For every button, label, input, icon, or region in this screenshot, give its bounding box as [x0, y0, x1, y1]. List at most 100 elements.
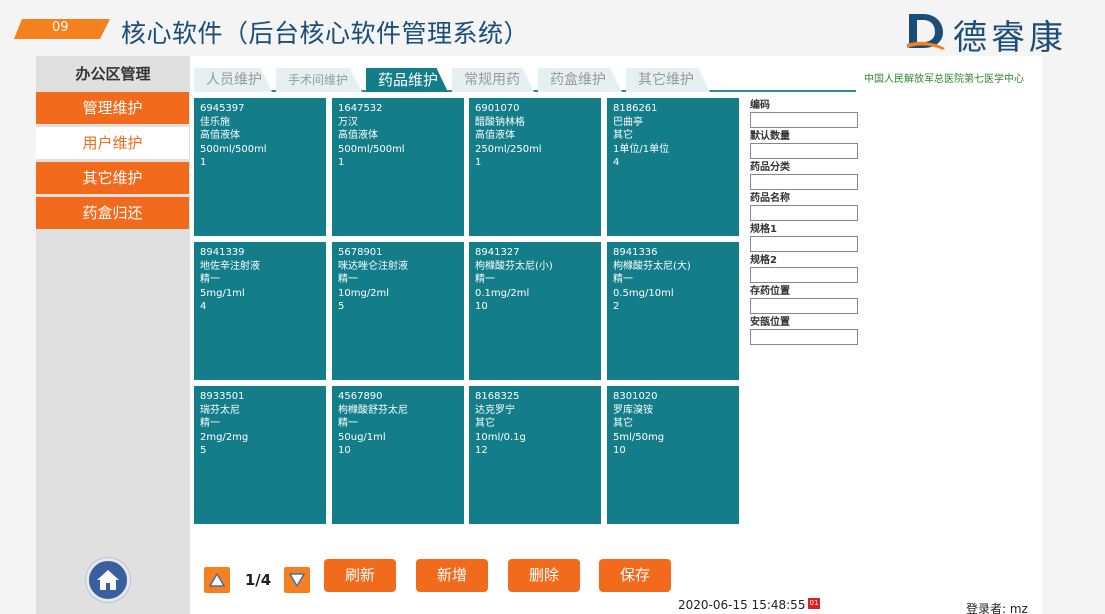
drug-name: 巴曲亭: [613, 116, 643, 128]
storage-location-field[interactable]: [750, 298, 858, 314]
drug-spec: 10ml/0.1g: [475, 431, 526, 443]
status-badge: 01: [808, 598, 820, 609]
delete-button[interactable]: 删除: [508, 559, 580, 592]
sidebar-item-users[interactable]: 用户维护: [36, 127, 189, 159]
drug-name: 瑞芬太尼: [200, 404, 240, 416]
default-qty-field[interactable]: [750, 143, 858, 159]
home-button[interactable]: [86, 558, 130, 602]
drug-category: 精一: [613, 274, 633, 285]
spec1-field[interactable]: [750, 236, 858, 252]
drug-card[interactable]: 1647532 万汉 高值液体 500ml/500ml 1: [332, 98, 464, 236]
drug-code: 8941336: [613, 247, 658, 258]
slide-number-banner: 09: [14, 17, 114, 41]
sidebar-item-other[interactable]: 其它维护: [36, 162, 189, 194]
drug-code: 6901070: [475, 103, 520, 114]
drug-card[interactable]: 8941339 地佐辛注射液 精一 5mg/1ml 4: [194, 242, 326, 380]
drug-name-field[interactable]: [750, 205, 858, 221]
drug-category: 精一: [200, 418, 220, 429]
drug-card[interactable]: 8168325 达克罗宁 其它 10ml/0.1g 12: [469, 386, 601, 524]
drug-qty: 5: [200, 445, 207, 456]
drug-spec: 500ml/500ml: [338, 143, 405, 155]
drug-spec: 0.1mg/2ml: [475, 287, 530, 299]
drug-card[interactable]: 8941336 枸橼酸芬太尼(大) 精一 0.5mg/10ml 2: [607, 242, 739, 380]
spec2-label: 规格2: [750, 255, 777, 266]
code-field[interactable]: [750, 112, 858, 128]
page-up-button[interactable]: [204, 567, 230, 593]
organization-name: 中国人民解放军总医院第七医学中心: [864, 74, 1024, 85]
page-title: 核心软件（后台核心软件管理系统）: [121, 19, 530, 48]
ampoule-location-field[interactable]: [750, 329, 858, 345]
current-datetime: 2020-06-15 15:48:55: [678, 598, 806, 612]
tab-regular-drugs[interactable]: 常规用药: [452, 68, 534, 92]
page-indicator: 1/4: [244, 571, 272, 589]
add-button[interactable]: 新增: [416, 559, 488, 592]
drug-card[interactable]: 6901070 醋酸钠林格 高值液体 250ml/250ml 1: [469, 98, 601, 236]
drug-spec: 1单位/1单位: [613, 143, 670, 155]
drug-spec: 500ml/500ml: [200, 143, 267, 155]
drug-code: 6945397: [200, 103, 245, 114]
drug-name: 达克罗宁: [475, 404, 515, 416]
refresh-button[interactable]: 刷新: [324, 559, 396, 592]
drug-card[interactable]: 4567890 枸橼酸舒芬太尼 精一 50ug/1ml 10: [332, 386, 464, 524]
drug-name: 万汉: [338, 116, 358, 128]
sidebar-item-management[interactable]: 管理维护: [36, 92, 189, 124]
drug-name: 枸橼酸芬太尼(小): [475, 260, 553, 272]
drug-card[interactable]: 8186261 巴曲亭 其它 1单位/1单位 4: [607, 98, 739, 236]
drug-spec: 2mg/2mg: [200, 431, 249, 443]
drug-edit-form: 编码 默认数量 药品分类 药品名称 规格1 规格2 存药位置 安瓿位置: [750, 99, 860, 347]
drug-card[interactable]: 8301020 罗库溴铵 其它 5ml/50mg 10: [607, 386, 739, 524]
drug-qty: 4: [200, 301, 207, 312]
drug-code: 8186261: [613, 103, 658, 114]
spec2-field[interactable]: [750, 267, 858, 283]
sidebar: 办公区管理 管理维护 用户维护 其它维护 药盒归还: [36, 56, 190, 614]
drug-category: 高值液体: [475, 130, 515, 141]
drug-category: 其它: [613, 418, 633, 429]
drug-spec: 250ml/250ml: [475, 143, 542, 155]
drug-code: 8933501: [200, 391, 245, 402]
tab-other[interactable]: 其它维护: [626, 68, 710, 92]
slide-number: 09: [52, 20, 69, 35]
drug-qty: 10: [475, 301, 488, 312]
drug-category: 高值液体: [200, 130, 240, 141]
tab-staff[interactable]: 人员维护: [194, 68, 272, 92]
drug-qty: 2: [613, 301, 620, 312]
drug-code: 8301020: [613, 391, 658, 402]
storage-location-label: 存药位置: [750, 286, 790, 297]
drug-category-field[interactable]: [750, 174, 858, 190]
tab-bar: 人员维护 手术间维护 药品维护 常规用药 药盒维护 其它维护: [194, 66, 856, 92]
drug-code: 1647532: [338, 103, 383, 114]
drug-name: 罗库溴铵: [613, 404, 653, 416]
drug-category: 其它: [613, 130, 633, 141]
sidebar-title: 办公区管理: [75, 65, 151, 83]
sidebar-item-box-return[interactable]: 药盒归还: [36, 197, 189, 229]
home-icon: [97, 570, 119, 590]
drug-code: 8941339: [200, 247, 245, 258]
spec1-label: 规格1: [750, 224, 777, 235]
code-label: 编码: [750, 100, 770, 111]
drug-qty: 1: [338, 157, 345, 168]
drug-name: 枸橼酸芬太尼(大): [613, 260, 691, 272]
drug-card[interactable]: 6945397 佳乐施 高值液体 500ml/500ml 1: [194, 98, 326, 236]
logo-text: 德睿康: [953, 18, 1067, 58]
drug-name: 地佐辛注射液: [200, 260, 260, 272]
tab-drugs[interactable]: 药品维护: [366, 68, 448, 92]
default-qty-label: 默认数量: [750, 131, 790, 142]
slide: 09 核心软件（后台核心软件管理系统） 德睿康 办公区管理 管理维护 用户维护 …: [0, 0, 1105, 614]
save-button[interactable]: 保存: [599, 559, 671, 592]
drug-card[interactable]: 8941327 枸橼酸芬太尼(小) 精一 0.1mg/2ml 10: [469, 242, 601, 380]
drug-card[interactable]: 5678901 咪达唑仑注射液 精一 10mg/2ml 5: [332, 242, 464, 380]
drug-name: 佳乐施: [200, 116, 230, 128]
page-down-button[interactable]: [284, 567, 310, 593]
drug-name: 枸橼酸舒芬太尼: [338, 404, 408, 416]
drug-spec: 50ug/1ml: [338, 431, 386, 443]
drug-card[interactable]: 8933501 瑞芬太尼 精一 2mg/2mg 5: [194, 386, 326, 524]
brand-logo: 德睿康: [905, 8, 1095, 58]
drug-category: 精一: [475, 274, 495, 285]
tab-operating-room[interactable]: 手术间维护: [276, 68, 362, 92]
drug-category-label: 药品分类: [750, 162, 790, 173]
tab-drug-box[interactable]: 药盒维护: [538, 68, 622, 92]
drug-qty: 5: [338, 301, 345, 312]
drug-name: 醋酸钠林格: [475, 116, 525, 128]
drug-code: 8941327: [475, 247, 520, 258]
drug-category: 精一: [338, 418, 358, 429]
